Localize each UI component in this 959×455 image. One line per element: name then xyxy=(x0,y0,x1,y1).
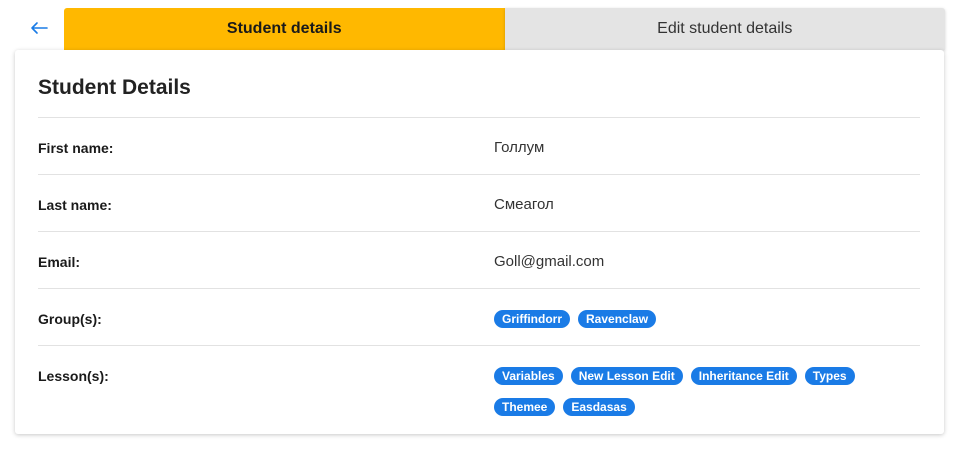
groups-chips: Griffindorr Ravenclaw xyxy=(494,310,920,341)
lesson-chip[interactable]: Variables xyxy=(494,367,563,385)
tab-bar: Student details Edit student details xyxy=(64,8,945,50)
lessons-chips: Variables New Lesson Edit Inheritance Ed… xyxy=(494,367,920,429)
last-name-value: Смеагол xyxy=(494,196,554,213)
groups-row: Group(s): Griffindorr Ravenclaw xyxy=(38,288,920,345)
tab-edit-student-details[interactable]: Edit student details xyxy=(504,8,945,50)
last-name-row: Last name: Смеагол xyxy=(38,174,920,231)
arrow-left-icon xyxy=(31,22,48,34)
lesson-chip[interactable]: Types xyxy=(804,367,855,385)
last-name-label: Last name: xyxy=(38,197,112,213)
student-details-card: Student Details First name: Голлум Last … xyxy=(15,50,944,434)
group-chip[interactable]: Ravenclaw xyxy=(578,310,657,328)
first-name-value: Голлум xyxy=(494,139,545,156)
email-label: Email: xyxy=(38,254,81,270)
back-button[interactable] xyxy=(26,14,52,42)
lessons-row: Lesson(s): Variables New Lesson Edit Inh… xyxy=(38,345,920,416)
first-name-row: First name: Голлум xyxy=(38,117,920,174)
group-chip[interactable]: Griffindorr xyxy=(494,310,570,328)
tab-student-details[interactable]: Student details xyxy=(64,8,505,50)
email-value: Goll@gmail.com xyxy=(494,253,605,270)
lesson-chip[interactable]: Easdasas xyxy=(563,398,635,416)
lesson-chip[interactable]: Themee xyxy=(494,398,556,416)
details-list: First name: Голлум Last name: Смеагол Em… xyxy=(38,117,920,416)
email-row: Email: Goll@gmail.com xyxy=(38,231,920,288)
lessons-label: Lesson(s): xyxy=(38,368,109,384)
card-title: Student Details xyxy=(38,76,191,99)
first-name-label: First name: xyxy=(38,140,114,156)
groups-label: Group(s): xyxy=(38,311,102,327)
lesson-chip[interactable]: New Lesson Edit xyxy=(570,367,683,385)
lesson-chip[interactable]: Inheritance Edit xyxy=(690,367,797,385)
